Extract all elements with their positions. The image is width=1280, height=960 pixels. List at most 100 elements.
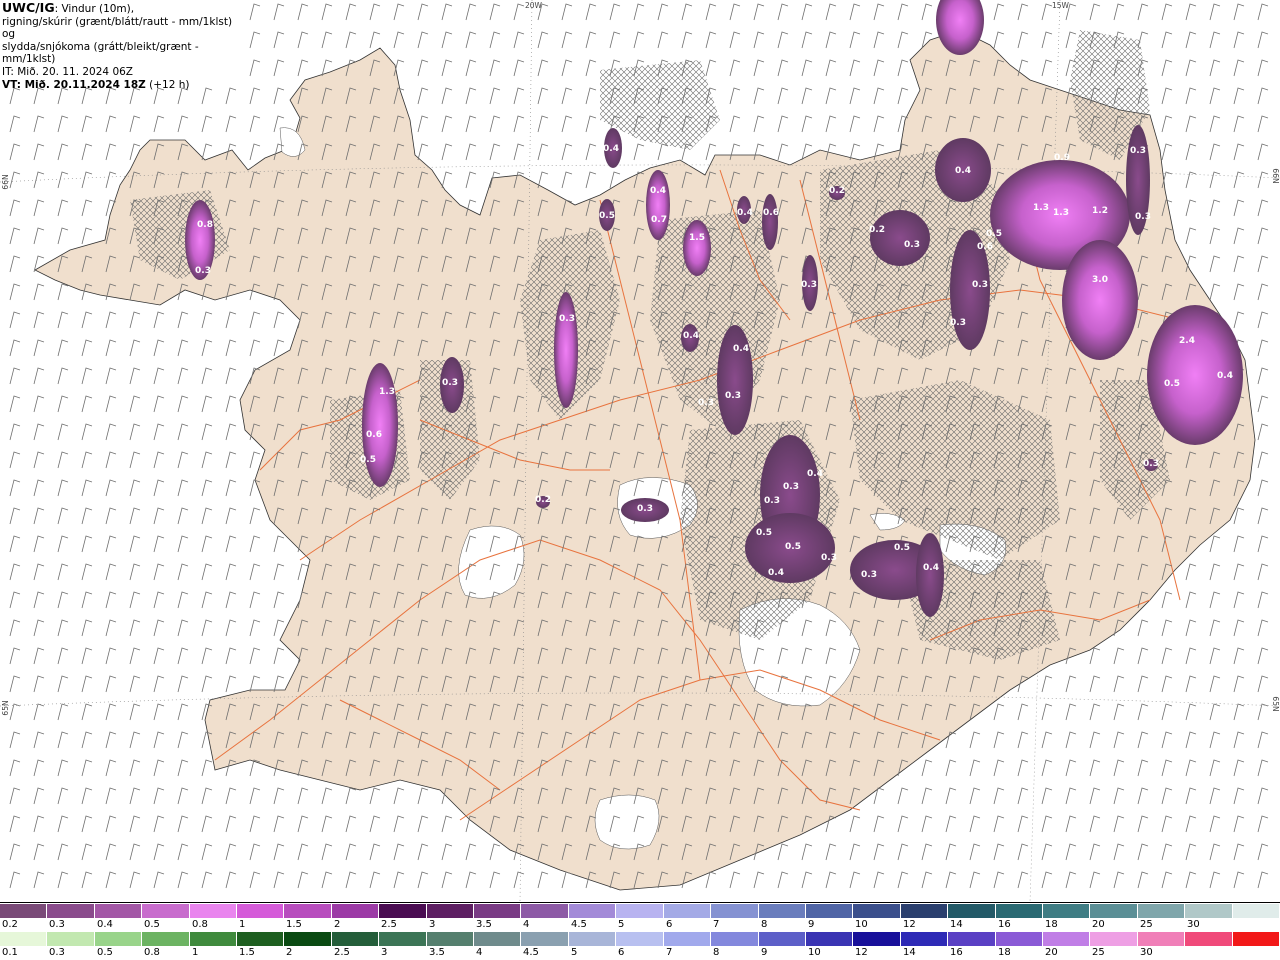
precip-value-label: 0.3 xyxy=(698,398,714,408)
wind-barb xyxy=(225,479,237,497)
wind-barb xyxy=(297,59,309,77)
wind-barb xyxy=(1233,703,1245,721)
wind-barb xyxy=(9,731,21,749)
precip-value-label: 2.4 xyxy=(1179,336,1195,346)
wind-barb xyxy=(561,3,573,21)
legend-label: 10 xyxy=(855,919,868,930)
legend-swatch xyxy=(189,904,238,918)
wind-barb xyxy=(1041,871,1053,889)
legend-swatch xyxy=(94,932,143,946)
grid-label-15w: 15W xyxy=(1052,1,1070,10)
wind-barb xyxy=(249,787,261,805)
legend-swatch xyxy=(237,932,285,946)
wind-barb xyxy=(537,31,549,49)
wind-barb xyxy=(441,87,453,105)
valid-time-bold: VT: Mið. 20.11.2024 18Z xyxy=(2,78,146,91)
wind-barb xyxy=(1209,171,1221,189)
wind-barb xyxy=(177,731,189,749)
wind-barb xyxy=(1089,731,1101,749)
wind-barb xyxy=(777,3,789,21)
legend-swatch xyxy=(853,904,901,918)
wind-barb xyxy=(177,367,189,385)
wind-barb xyxy=(9,115,21,133)
wind-barb xyxy=(177,703,189,721)
wind-barb xyxy=(1233,87,1245,105)
wind-barb xyxy=(729,31,741,49)
wind-barb xyxy=(225,619,237,637)
legend-swatch xyxy=(711,904,759,918)
precip-value-label: 0.3 xyxy=(559,314,575,324)
wind-barb xyxy=(33,675,45,693)
wind-barb xyxy=(249,87,261,105)
precip-value-label: 1.3 xyxy=(1053,208,1069,218)
wind-barb xyxy=(57,395,69,413)
wind-barb xyxy=(1257,311,1269,329)
wind-barb xyxy=(1113,871,1125,889)
wind-barb xyxy=(1209,255,1221,273)
wind-barb xyxy=(9,507,21,525)
wind-barb xyxy=(465,171,477,189)
legend-swatch xyxy=(1137,932,1186,946)
precip-value-label: 0.4 xyxy=(737,208,753,218)
wind-barb xyxy=(1185,199,1197,217)
legend-swatch xyxy=(1137,904,1186,918)
wind-barb xyxy=(585,3,597,21)
wind-barb xyxy=(249,563,261,581)
wind-barb xyxy=(1233,731,1245,749)
wind-barb xyxy=(873,59,885,77)
wind-barb xyxy=(1041,59,1053,77)
wind-barb xyxy=(57,675,69,693)
wind-barb xyxy=(57,479,69,497)
legend-label: 20 xyxy=(1092,919,1105,930)
wind-barb xyxy=(321,3,333,21)
wind-barb xyxy=(153,675,165,693)
legend-swatch xyxy=(1042,932,1091,946)
wind-barb xyxy=(393,871,405,889)
wind-barb xyxy=(1041,31,1053,49)
wind-barb xyxy=(105,619,117,637)
legend-swatch xyxy=(474,904,522,918)
wind-barb xyxy=(1113,703,1125,721)
wind-barb xyxy=(105,423,117,441)
wind-barb xyxy=(1185,759,1197,777)
wind-barb xyxy=(777,143,789,161)
wind-barb xyxy=(33,339,45,357)
wind-barb xyxy=(1161,843,1173,861)
wind-barb xyxy=(297,871,309,889)
legend-swatch xyxy=(948,904,996,918)
wind-barb xyxy=(753,871,765,889)
wind-barb xyxy=(249,535,261,553)
wind-barb xyxy=(1185,871,1197,889)
wind-barb xyxy=(201,395,213,413)
wind-barb xyxy=(81,535,93,553)
wind-barb xyxy=(225,843,237,861)
wind-barb xyxy=(801,59,813,77)
wind-barb xyxy=(321,815,333,833)
wind-barb xyxy=(369,843,381,861)
precip-value-label: 0.3 xyxy=(764,496,780,506)
wind-barb xyxy=(273,3,285,21)
wind-barb xyxy=(225,535,237,553)
wind-barb xyxy=(1209,815,1221,833)
wind-barb xyxy=(993,787,1005,805)
wind-barb xyxy=(105,759,117,777)
wind-barb xyxy=(585,143,597,161)
wind-barb xyxy=(1257,619,1269,637)
wind-barb xyxy=(81,423,93,441)
precip-value-label: 0.4 xyxy=(603,144,619,154)
wind-barb xyxy=(1209,87,1221,105)
precip-value-label: 0.6 xyxy=(366,430,382,440)
wind-barb xyxy=(9,703,21,721)
wind-barb xyxy=(633,143,645,161)
wind-barb xyxy=(9,871,21,889)
legend-label: 5 xyxy=(618,919,625,930)
wind-barb xyxy=(705,31,717,49)
precip-value-label: 0.2 xyxy=(829,186,845,196)
wind-barb xyxy=(1161,787,1173,805)
wind-barb xyxy=(57,759,69,777)
wind-barb xyxy=(825,871,837,889)
wind-barb xyxy=(1113,787,1125,805)
wind-barb xyxy=(33,591,45,609)
wind-barb xyxy=(81,703,93,721)
wind-barb xyxy=(1017,871,1029,889)
